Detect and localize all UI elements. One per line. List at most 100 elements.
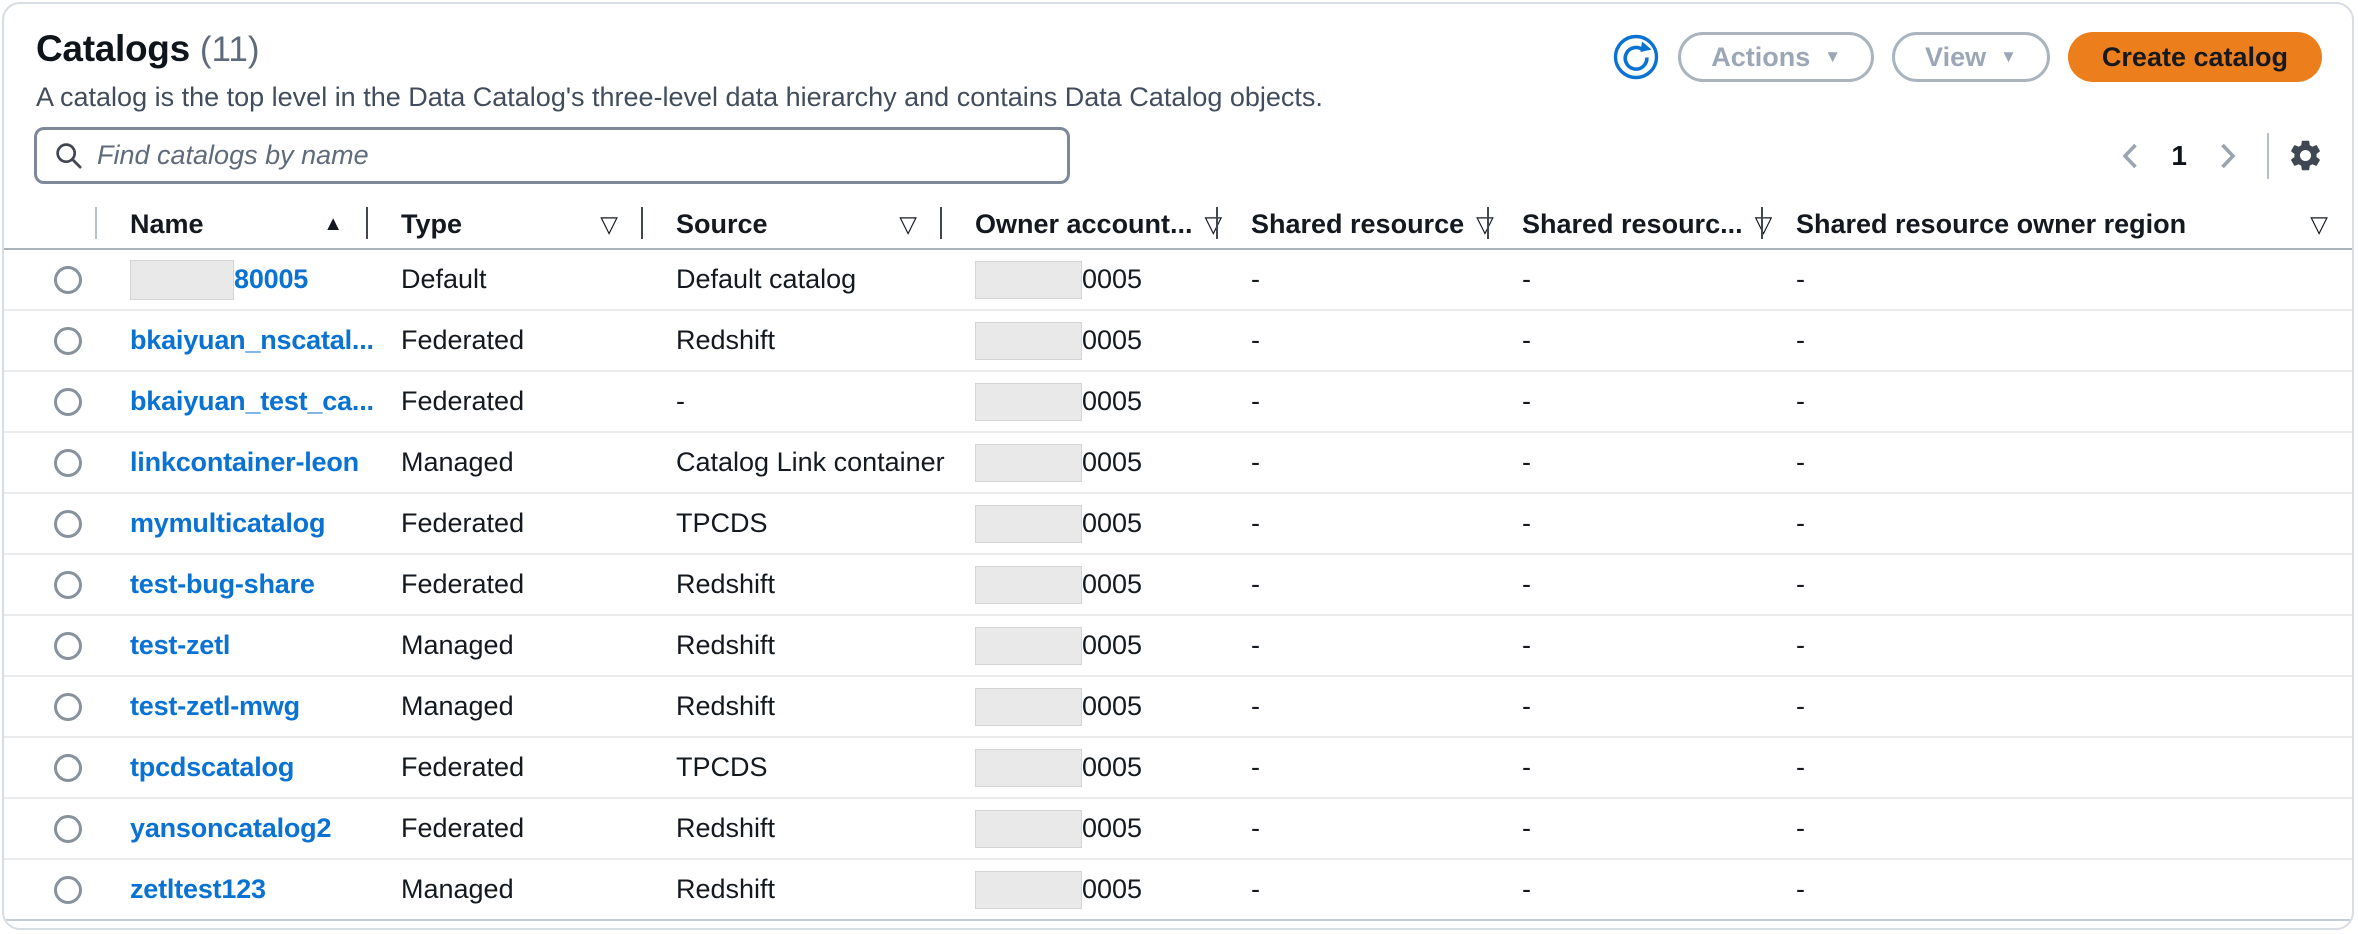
actions-button[interactable]: Actions ▼ (1678, 32, 1874, 82)
cell-source: - (642, 386, 941, 417)
cell-owner-account: 0005 (941, 383, 1217, 421)
cell-owner-account: 0005 (941, 261, 1217, 299)
cell-shared-resource-owner-region: - (1762, 386, 2352, 417)
catalog-name-link[interactable]: zetltest123 (130, 874, 266, 905)
column-header-owner[interactable]: Owner account...▽ (941, 200, 1217, 248)
column-header-shared_resource[interactable]: Shared resource▽ (1217, 200, 1488, 248)
row-select-cell (4, 510, 96, 538)
cell-name: zetltest123 (96, 874, 367, 905)
column-header-shared_resource_2[interactable]: Shared resourc...▽ (1488, 200, 1762, 248)
cell-type: Managed (367, 874, 642, 905)
table-row: linkcontainer-leonManagedCatalog Link co… (4, 433, 2352, 494)
cell-source: Redshift (642, 630, 941, 661)
preferences-button[interactable] (2287, 137, 2324, 174)
column-header-region[interactable]: Shared resource owner region▽ (1762, 200, 2352, 248)
row-select-cell (4, 693, 96, 721)
catalogs-panel: Catalogs (11) A catalog is the top level… (2, 2, 2354, 930)
catalog-name-link[interactable]: tpcdscatalog (130, 752, 294, 783)
row-select-radio[interactable] (54, 693, 82, 721)
table-body: 80005DefaultDefault catalog0005---bkaiyu… (4, 250, 2352, 921)
view-button-label: View (1925, 42, 1986, 73)
view-button[interactable]: View ▼ (1892, 32, 2050, 82)
cell-owner-account: 0005 (941, 688, 1217, 726)
cell-shared-resource-2: - (1488, 447, 1762, 478)
catalog-name-link[interactable]: mymulticatalog (130, 508, 325, 539)
cell-source: Redshift (642, 325, 941, 356)
search-input[interactable] (97, 130, 1067, 181)
cell-shared-resource-2: - (1488, 325, 1762, 356)
table-row: test-zetl-mwgManagedRedshift0005--- (4, 677, 2352, 738)
row-select-radio[interactable] (54, 388, 82, 416)
cell-shared-resource-owner-region: - (1762, 630, 2352, 661)
row-select-radio[interactable] (54, 510, 82, 538)
cell-source: Redshift (642, 813, 941, 844)
current-page[interactable]: 1 (2155, 140, 2203, 172)
sort-ascending-icon[interactable]: ▲ (323, 213, 343, 236)
owner-account-suffix: 0005 (1082, 325, 1142, 356)
row-select-radio[interactable] (54, 876, 82, 904)
cell-source: Default catalog (642, 264, 941, 295)
cell-type: Managed (367, 691, 642, 722)
redacted-text-box (975, 444, 1082, 482)
cell-name: mymulticatalog (96, 508, 367, 539)
cell-shared-resource-owner-region: - (1762, 691, 2352, 722)
next-page-button[interactable] (2203, 140, 2253, 172)
catalog-name-link[interactable]: test-zetl-mwg (130, 691, 300, 722)
row-select-cell (4, 632, 96, 660)
cell-type: Managed (367, 630, 642, 661)
row-select-radio[interactable] (54, 632, 82, 660)
row-select-radio[interactable] (54, 754, 82, 782)
catalog-name-link[interactable]: linkcontainer-leon (130, 447, 359, 478)
cell-shared-resource-owner-region: - (1762, 752, 2352, 783)
search-box[interactable] (34, 127, 1070, 184)
redacted-text-box (975, 749, 1082, 787)
row-select-radio[interactable] (54, 815, 82, 843)
catalog-name-link[interactable]: test-zetl (130, 630, 230, 661)
table-row: mymulticatalogFederatedTPCDS0005--- (4, 494, 2352, 555)
table-row: yansoncatalog2FederatedRedshift0005--- (4, 799, 2352, 860)
column-header-source[interactable]: Source▽ (642, 200, 941, 248)
cell-name: 80005 (96, 260, 367, 300)
panel-header: Catalogs (11) A catalog is the top level… (4, 4, 2352, 113)
row-select-radio[interactable] (54, 571, 82, 599)
row-select-radio[interactable] (54, 327, 82, 355)
row-select-cell (4, 327, 96, 355)
owner-account-suffix: 0005 (1082, 813, 1142, 844)
previous-page-button[interactable] (2105, 140, 2155, 172)
create-catalog-label: Create catalog (2102, 42, 2288, 73)
redacted-text-box (975, 505, 1082, 543)
catalog-name-link[interactable]: bkaiyuan_test_ca... (130, 386, 374, 417)
cell-shared-resource: - (1217, 752, 1488, 783)
cell-owner-account: 0005 (941, 871, 1217, 909)
redacted-text-box (130, 260, 234, 300)
catalog-name-link[interactable]: bkaiyuan_nscatal... (130, 325, 374, 356)
filter-icon[interactable]: ▽ (2310, 211, 2328, 238)
select-column-header (4, 200, 96, 248)
cell-shared-resource: - (1217, 325, 1488, 356)
row-select-cell (4, 754, 96, 782)
cell-name: test-bug-share (96, 569, 367, 600)
filter-icon[interactable]: ▽ (899, 211, 917, 238)
cell-name: test-zetl-mwg (96, 691, 367, 722)
column-header-name[interactable]: Name▲ (96, 200, 367, 248)
row-select-cell (4, 388, 96, 416)
row-select-radio[interactable] (54, 449, 82, 477)
filter-icon[interactable]: ▽ (600, 211, 618, 238)
row-select-cell (4, 876, 96, 904)
catalog-name-link[interactable]: test-bug-share (130, 569, 315, 600)
cell-shared-resource-owner-region: - (1762, 569, 2352, 600)
owner-account-suffix: 0005 (1082, 691, 1142, 722)
catalog-name-link[interactable]: 80005 (234, 264, 308, 295)
row-select-radio[interactable] (54, 266, 82, 294)
page-description: A catalog is the top level in the Data C… (36, 82, 1323, 113)
cell-source: Redshift (642, 691, 941, 722)
catalog-name-link[interactable]: yansoncatalog2 (130, 813, 331, 844)
refresh-button[interactable] (1612, 33, 1660, 81)
owner-account-suffix: 0005 (1082, 508, 1142, 539)
cell-shared-resource-2: - (1488, 569, 1762, 600)
cell-name: bkaiyuan_nscatal... (96, 325, 367, 356)
owner-account-suffix: 0005 (1082, 874, 1142, 905)
create-catalog-button[interactable]: Create catalog (2068, 32, 2322, 82)
row-select-cell (4, 571, 96, 599)
column-header-type[interactable]: Type▽ (367, 200, 642, 248)
